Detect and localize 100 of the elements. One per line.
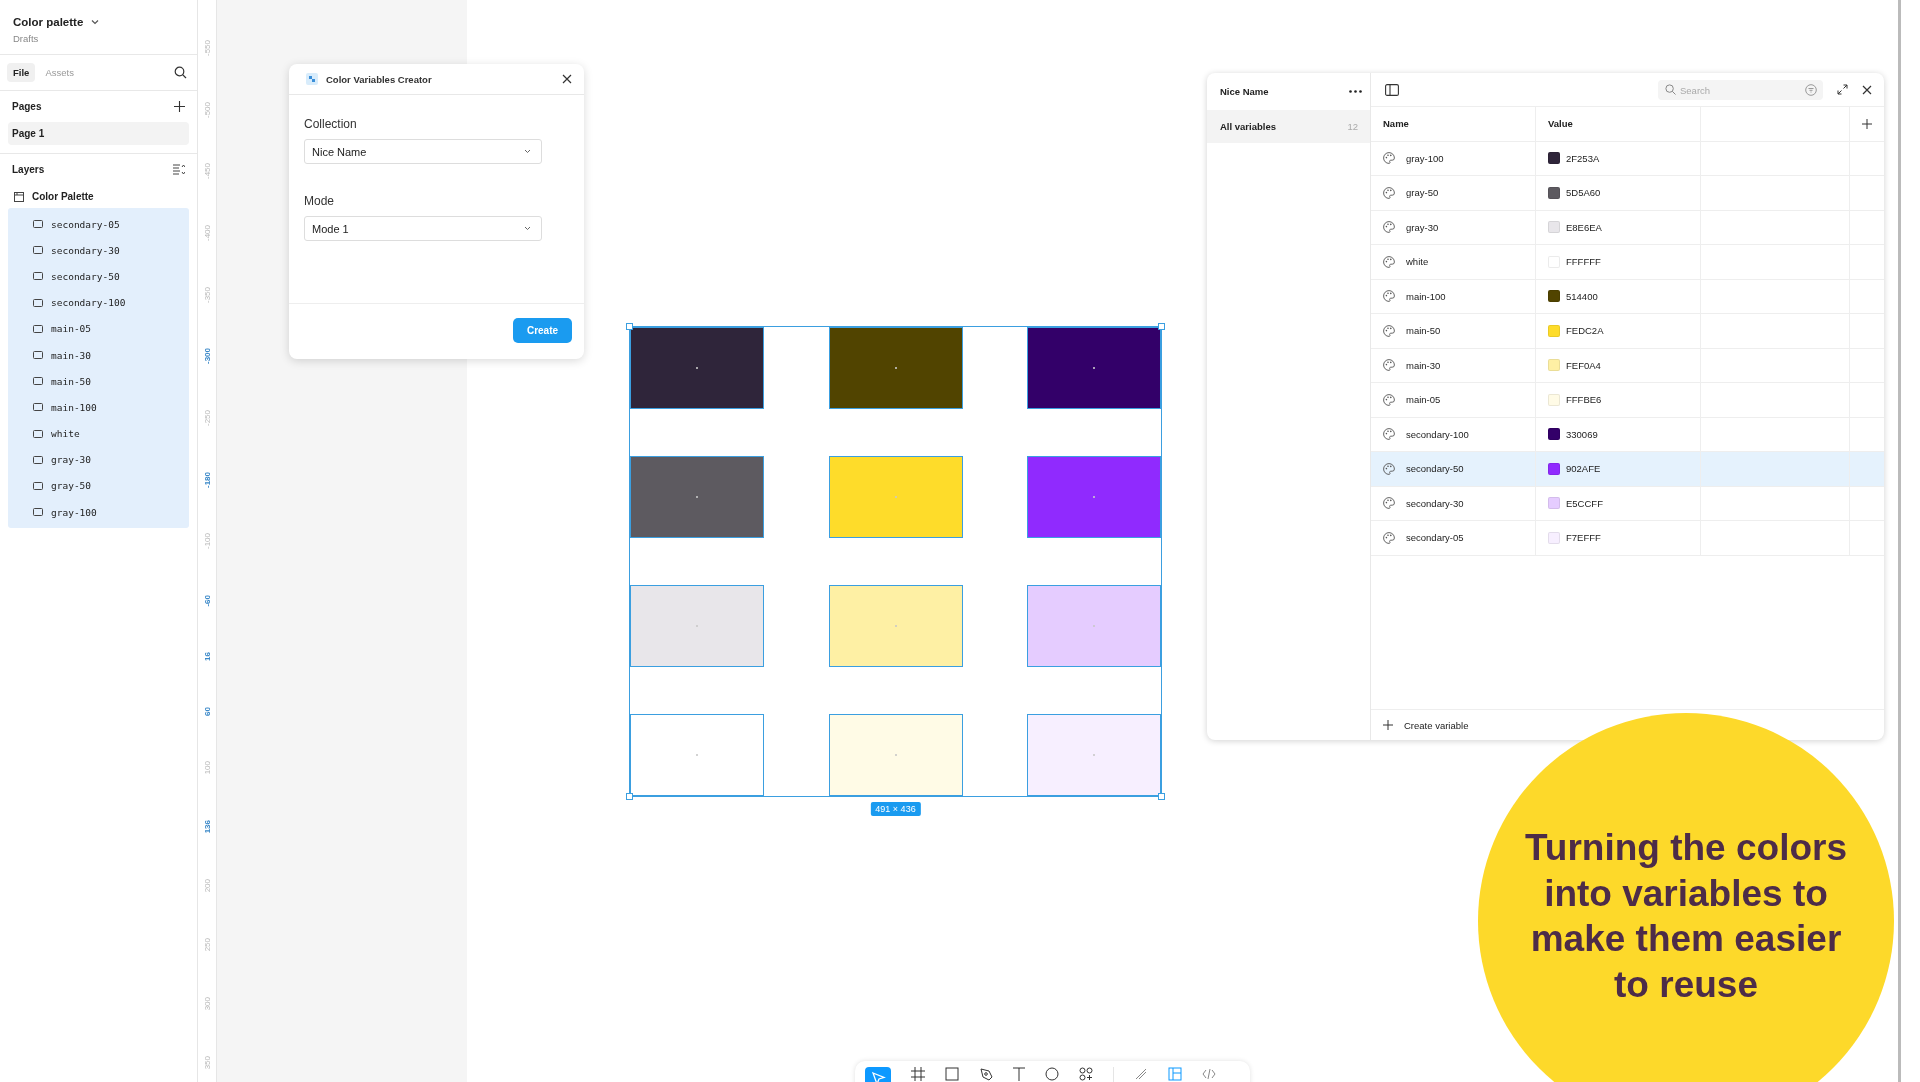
color-value: E5CCFF — [1566, 497, 1603, 509]
palette-icon — [1383, 324, 1395, 337]
plus-icon[interactable] — [1862, 118, 1872, 129]
list-sort-icon[interactable] — [173, 164, 185, 175]
color-value: 5D5A60 — [1566, 187, 1601, 199]
color-swatch[interactable] — [828, 327, 963, 409]
rectangle-tool-icon[interactable] — [945, 1067, 959, 1081]
layout-tool-icon[interactable] — [1168, 1067, 1182, 1081]
variable-row[interactable]: main-30 FEF0A4 — [1371, 348, 1884, 383]
search-icon — [1665, 84, 1676, 95]
page-item[interactable]: Page 1 — [8, 122, 189, 145]
color-swatch[interactable] — [1027, 327, 1161, 409]
color-swatch[interactable] — [828, 714, 963, 796]
ruler-label: -400 — [202, 225, 212, 242]
variable-name: white — [1406, 256, 1429, 268]
variable-row[interactable]: gray-50 5D5A60 — [1371, 176, 1884, 211]
rectangle-icon — [33, 220, 43, 229]
variable-row[interactable]: gray-30 E8E6EA — [1371, 210, 1884, 245]
ruler-label: 350 — [202, 1056, 212, 1070]
rectangle-icon — [33, 272, 43, 281]
color-value: E8E6EA — [1566, 221, 1602, 233]
color-value: FFFBE6 — [1566, 394, 1602, 406]
dropdown[interactable]: Mode 1 — [304, 216, 542, 241]
text-tool-icon[interactable] — [1013, 1067, 1025, 1081]
variable-name: main-30 — [1406, 359, 1441, 371]
ruler-label: -180 — [202, 471, 212, 488]
variable-row[interactable]: gray-100 2F253A — [1371, 141, 1884, 176]
rectangle-icon — [33, 481, 43, 490]
resize-handle[interactable] — [626, 793, 633, 800]
chevron-down-icon[interactable] — [91, 19, 100, 25]
ruler-label: -350 — [202, 286, 212, 303]
color-swatch[interactable] — [1027, 585, 1161, 667]
color-swatch[interactable] — [828, 585, 963, 667]
close-icon[interactable] — [562, 74, 572, 84]
rectangle-icon — [33, 351, 43, 360]
components-tool-icon[interactable] — [1079, 1067, 1093, 1081]
expand-icon[interactable] — [1837, 84, 1848, 95]
color-swatch[interactable] — [828, 456, 963, 538]
color-swatch[interactable] — [1027, 456, 1161, 538]
ellipse-tool-icon[interactable] — [1045, 1067, 1059, 1081]
rectangle-icon — [33, 429, 43, 438]
rectangle-icon — [33, 324, 43, 333]
palette-icon — [1383, 221, 1395, 234]
dropdown[interactable]: Nice Name — [304, 139, 542, 164]
layer-frame-label[interactable]: Color Palette — [32, 191, 94, 202]
size-badge: 491 × 436 — [870, 802, 921, 816]
variable-row[interactable]: main-100 514400 — [1371, 279, 1884, 314]
plugin-icon — [306, 73, 318, 85]
color-swatch[interactable] — [630, 585, 764, 667]
color-swatch[interactable] — [630, 456, 764, 538]
variable-name: gray-100 — [1406, 152, 1444, 164]
resize-handle[interactable] — [626, 323, 633, 330]
ruler-label: 16 — [202, 652, 212, 662]
pages-heading: Pages — [12, 101, 42, 112]
rectangle-icon — [33, 377, 43, 386]
rectangle-icon — [33, 508, 43, 517]
rectangle-icon — [33, 455, 43, 464]
palette-icon — [1383, 152, 1395, 165]
color-swatch[interactable] — [630, 327, 764, 409]
pen-tool-icon[interactable] — [979, 1067, 993, 1081]
variable-row[interactable]: secondary-05 F7EFFF — [1371, 521, 1884, 556]
color-swatch[interactable] — [1027, 714, 1161, 796]
plus-icon[interactable] — [174, 101, 185, 112]
ruler-label: 200 — [202, 879, 212, 893]
sidebar-tab[interactable]: File — [7, 63, 36, 82]
ruler-label: 136 — [202, 820, 212, 834]
close-icon[interactable] — [1862, 84, 1872, 95]
sidebar-toggle-icon[interactable] — [1385, 83, 1399, 96]
color-value: FEF0A4 — [1566, 359, 1601, 371]
more-icon[interactable] — [1349, 90, 1362, 93]
frame-tool-icon[interactable] — [911, 1067, 925, 1081]
variable-row[interactable]: main-50 FEDC2A — [1371, 314, 1884, 349]
color-value: F7EFFF — [1566, 532, 1601, 544]
variable-row[interactable]: secondary-30 E5CCFF — [1371, 486, 1884, 521]
palette-icon — [1383, 462, 1395, 475]
palette-icon — [1383, 290, 1395, 303]
ruler-label: -450 — [202, 163, 212, 180]
column-header: Value — [1536, 107, 1701, 141]
layers-heading: Layers — [12, 164, 45, 175]
palette-icon — [1383, 497, 1395, 510]
ruler-label: 60 — [202, 706, 212, 716]
variable-group[interactable]: All variables 12 — [1207, 110, 1370, 143]
variable-row[interactable]: secondary-50 902AFE — [1371, 452, 1884, 487]
variable-name: gray-50 — [1406, 187, 1439, 199]
draw-tool-icon[interactable] — [1134, 1067, 1148, 1081]
variable-name: secondary-50 — [1406, 463, 1464, 475]
variable-row[interactable]: main-05 FFFBE6 — [1371, 383, 1884, 418]
palette-icon — [1383, 393, 1395, 406]
ruler-label: -100 — [202, 533, 212, 550]
resize-handle[interactable] — [1158, 323, 1165, 330]
filter-icon[interactable] — [1805, 83, 1817, 96]
search-field[interactable]: Search — [1658, 80, 1823, 100]
code-icon[interactable] — [1202, 1067, 1216, 1081]
variable-name: secondary-05 — [1406, 532, 1464, 544]
create-variable-button[interactable]: Create variable — [1383, 719, 1469, 731]
variable-name: main-50 — [1406, 325, 1441, 337]
resize-handle[interactable] — [1158, 793, 1165, 800]
color-swatch[interactable] — [630, 714, 764, 796]
search-icon[interactable] — [174, 66, 187, 79]
variable-row[interactable]: white FFFFFF — [1371, 245, 1884, 280]
